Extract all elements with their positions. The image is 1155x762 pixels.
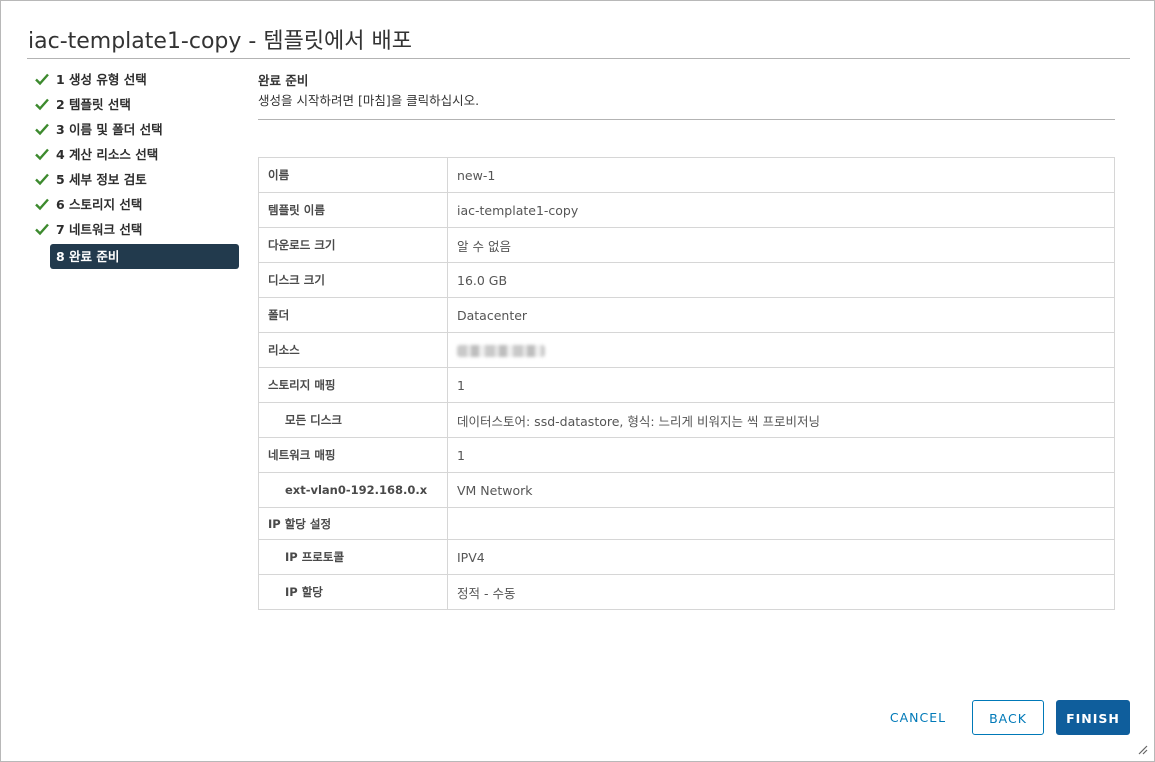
check-icon: [35, 73, 49, 86]
row-value: 데이터스토어: ssd-datastore, 형식: 느리게 비워지는 씩 프로…: [447, 402, 1115, 438]
step-label: 5 세부 정보 검토: [56, 172, 147, 187]
dialog-title: iac-template1-copy - 템플릿에서 배포: [28, 29, 413, 54]
step-label: 6 스토리지 선택: [56, 197, 143, 212]
step-label: 3 이름 및 폴더 선택: [56, 122, 163, 137]
step-label: 4 계산 리소스 선택: [56, 147, 159, 162]
step-label: 7 네트워크 선택: [56, 222, 143, 237]
check-icon: [35, 223, 49, 236]
deploy-from-template-dialog: iac-template1-copy - 템플릿에서 배포 1 생성 유형 선택…: [0, 0, 1155, 762]
row-key: 이름: [258, 157, 448, 193]
step-1[interactable]: 1 생성 유형 선택: [29, 67, 243, 92]
row-key: IP 프로토콜: [258, 539, 448, 575]
row-key: 다운로드 크기: [258, 227, 448, 263]
step-7[interactable]: 7 네트워크 선택: [29, 217, 243, 242]
table-row: IP 프로토콜 IPV4: [258, 539, 1115, 575]
row-value: IPV4: [447, 539, 1115, 575]
wizard-steps: 1 생성 유형 선택 2 템플릿 선택 3 이름 및 폴더 선택 4 계산 리소…: [29, 67, 243, 269]
table-row: 템플릿 이름 iac-template1-copy: [258, 192, 1115, 228]
table-row: 모든 디스크 데이터스토어: ssd-datastore, 형식: 느리게 비워…: [258, 402, 1115, 438]
check-icon: [35, 198, 49, 211]
row-value: 16.0 GB: [447, 262, 1115, 298]
check-icon: [35, 123, 49, 136]
step-6[interactable]: 6 스토리지 선택: [29, 192, 243, 217]
cancel-button[interactable]: CANCEL: [877, 700, 959, 735]
section-title: 완료 준비: [258, 73, 309, 88]
row-value: 1: [447, 367, 1115, 403]
redacted-resource-value: [457, 345, 545, 357]
section-divider: [258, 119, 1115, 120]
title-divider: [27, 58, 1130, 59]
step-8-active[interactable]: 8 완료 준비: [50, 244, 239, 269]
finish-button[interactable]: FINISH: [1056, 700, 1130, 735]
section-subtitle: 생성을 시작하려면 [마침]을 클릭하십시오.: [258, 93, 480, 108]
step-3[interactable]: 3 이름 및 폴더 선택: [29, 117, 243, 142]
row-key: 네트워크 매핑: [258, 437, 448, 473]
row-value: new-1: [447, 157, 1115, 193]
table-row: IP 할당 정적 - 수동: [258, 574, 1115, 610]
ready-to-complete-panel: 완료 준비 생성을 시작하려면 [마침]을 클릭하십시오. 이름 new-1 템…: [258, 71, 1115, 610]
step-5[interactable]: 5 세부 정보 검토: [29, 167, 243, 192]
step-label: 1 생성 유형 선택: [56, 72, 147, 87]
row-key: 스토리지 매핑: [258, 367, 448, 403]
step-label: 2 템플릿 선택: [56, 97, 131, 112]
table-row: 디스크 크기 16.0 GB: [258, 262, 1115, 298]
row-key: 디스크 크기: [258, 262, 448, 298]
table-row: 다운로드 크기 알 수 없음: [258, 227, 1115, 263]
row-value: VM Network: [447, 472, 1115, 508]
check-icon: [35, 173, 49, 186]
row-value: Datacenter: [447, 297, 1115, 333]
row-value: [447, 332, 1115, 368]
table-row: 스토리지 매핑 1: [258, 367, 1115, 403]
row-key: 리소스: [258, 332, 448, 368]
row-key: 폴더: [258, 297, 448, 333]
table-row: 폴더 Datacenter: [258, 297, 1115, 333]
row-key: ext-vlan0-192.168.0.x: [258, 472, 448, 508]
check-icon: [35, 148, 49, 161]
back-button[interactable]: BACK: [972, 700, 1044, 735]
row-value: 정적 - 수동: [447, 574, 1115, 610]
row-key: 템플릿 이름: [258, 192, 448, 228]
table-row: IP 할당 설정: [258, 507, 1115, 540]
table-row: 이름 new-1: [258, 157, 1115, 193]
row-key: IP 할당: [258, 574, 448, 610]
summary-table: 이름 new-1 템플릿 이름 iac-template1-copy 다운로드 …: [258, 157, 1115, 610]
step-4[interactable]: 4 계산 리소스 선택: [29, 142, 243, 167]
table-row: 리소스: [258, 332, 1115, 368]
table-row: 네트워크 매핑 1: [258, 437, 1115, 473]
step-label: 8 완료 준비: [56, 249, 120, 264]
row-key: 모든 디스크: [258, 402, 448, 438]
check-icon: [35, 98, 49, 111]
row-value: [447, 507, 1115, 540]
row-value: iac-template1-copy: [447, 192, 1115, 228]
row-value: 1: [447, 437, 1115, 473]
row-value: 알 수 없음: [447, 227, 1115, 263]
row-key: IP 할당 설정: [258, 507, 448, 540]
step-2[interactable]: 2 템플릿 선택: [29, 92, 243, 117]
table-row: ext-vlan0-192.168.0.x VM Network: [258, 472, 1115, 508]
resize-grip-icon[interactable]: [1138, 745, 1148, 755]
